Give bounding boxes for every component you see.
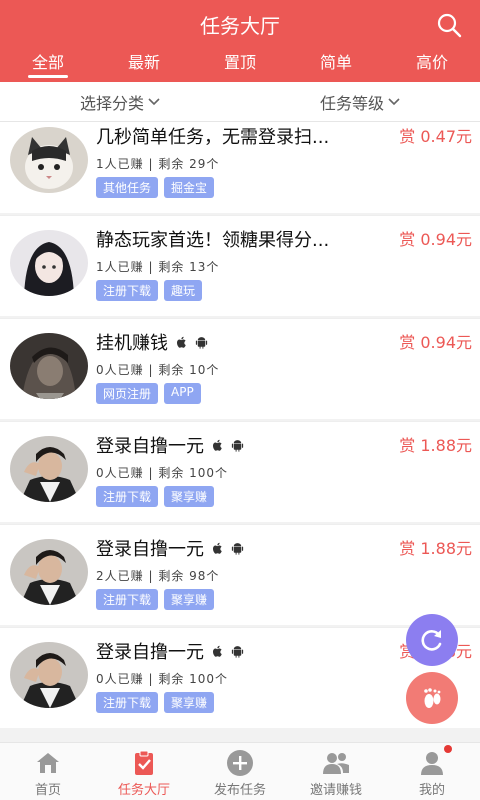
level-filter[interactable]: 任务等级	[240, 82, 480, 121]
refresh-button[interactable]	[406, 614, 458, 666]
tab-pinned[interactable]: 置顶	[192, 46, 288, 82]
man-avatar	[10, 436, 88, 502]
man-avatar	[10, 642, 88, 708]
task-meta: 1人已赚 | 剩余 29个	[96, 157, 220, 171]
task-tags: 注册下载 聚享赚	[96, 692, 215, 713]
users-icon	[323, 753, 349, 774]
nav-task-hall[interactable]: 任务大厅	[96, 743, 192, 800]
anime-boy-avatar	[10, 333, 88, 399]
task-tags: 网页注册 APP	[96, 383, 201, 404]
task-tags: 注册下载 聚享赚	[96, 486, 215, 507]
task-item[interactable]: 挂机赚钱 赏 0.94元 0人已赚 | 剩余 10个 网页注册 APP	[0, 318, 480, 419]
task-item[interactable]: 登录自撸一元 赏 1.88元 0人已赚 | 剩余 100个 注册下载 聚享赚	[0, 421, 480, 522]
task-item[interactable]: 几秒简单任务，无需登录扫... 赏 0.47元 1人已赚 | 剩余 29个 其他…	[0, 122, 480, 213]
bottom-nav: 首页 任务大厅 发布任务 邀请赚钱 我的	[0, 742, 480, 800]
nav-mine[interactable]: 我的	[384, 743, 480, 800]
task-tag: 聚享赚	[164, 692, 215, 713]
task-reward: 赏 0.47元	[399, 127, 472, 146]
android-icon	[231, 645, 244, 658]
refresh-icon	[421, 630, 442, 651]
clipboard-icon	[135, 750, 153, 775]
nav-label: 邀请赚钱	[309, 783, 362, 798]
task-tags: 其他任务 掘金宝	[96, 177, 215, 198]
task-meta: 0人已赚 | 剩余 10个	[96, 363, 220, 377]
search-icon[interactable]	[436, 12, 462, 38]
tab-newest[interactable]: 最新	[96, 46, 192, 82]
task-tag: APP	[164, 383, 201, 404]
task-item[interactable]: 静态玩家首选！领糖果得分... 赏 0.94元 1人已赚 | 剩余 13个 注册…	[0, 215, 480, 316]
home-icon	[37, 753, 59, 773]
task-meta: 2人已赚 | 剩余 98个	[96, 569, 220, 583]
task-tag: 掘金宝	[164, 177, 215, 198]
app-header: 任务大厅 全部 最新 置顶 简单 高价	[0, 0, 480, 82]
task-tag: 聚享赚	[164, 589, 215, 610]
nav-home[interactable]: 首页	[0, 743, 96, 800]
category-filter-label: 选择分类	[79, 93, 144, 113]
task-tag: 趣玩	[164, 280, 203, 301]
page-title: 任务大厅	[200, 14, 280, 38]
platform-icons	[210, 438, 245, 453]
man-avatar	[10, 539, 88, 605]
footprint-button[interactable]	[406, 672, 458, 724]
task-title: 静态玩家首选！领糖果得分...	[96, 230, 330, 251]
task-tag: 其他任务	[96, 177, 159, 198]
task-item[interactable]: 登录自撸一元 赏 1.88元 2人已赚 | 剩余 98个 注册下载 聚享赚	[0, 524, 480, 625]
notification-dot	[444, 745, 452, 753]
nav-label: 首页	[34, 783, 61, 798]
task-reward: 赏 0.94元	[399, 333, 472, 352]
user-icon	[421, 752, 443, 775]
android-icon	[195, 336, 208, 349]
category-filter[interactable]: 选择分类	[0, 82, 240, 121]
task-reward: 赏 1.88元	[399, 539, 472, 558]
task-reward: 赏 0.94元	[399, 230, 472, 249]
task-tags: 注册下载 聚享赚	[96, 589, 215, 610]
apple-icon	[177, 336, 186, 348]
task-tag: 注册下载	[96, 589, 159, 610]
tab-high-price[interactable]: 高价	[384, 46, 480, 82]
task-title: 挂机赚钱	[96, 329, 376, 355]
tab-simple[interactable]: 简单	[288, 46, 384, 82]
task-meta: 0人已赚 | 剩余 100个	[96, 672, 229, 686]
platform-icons	[210, 541, 245, 556]
task-title: 几秒简单任务，无需登录扫...	[96, 127, 330, 148]
task-title: 登录自撸一元	[96, 638, 376, 664]
task-title: 登录自撸一元	[96, 535, 376, 561]
task-tag: 网页注册	[96, 383, 159, 404]
apple-icon	[213, 645, 222, 657]
tab-bar: 全部 最新 置顶 简单 高价	[0, 46, 480, 82]
nav-publish[interactable]: 发布任务	[192, 743, 288, 800]
filter-bar: 选择分类 任务等级	[0, 82, 480, 122]
nav-label: 发布任务	[213, 783, 266, 798]
platform-icons	[210, 644, 245, 659]
level-filter-label: 任务等级	[319, 93, 384, 113]
task-meta: 0人已赚 | 剩余 100个	[96, 466, 229, 480]
task-tag: 聚享赚	[164, 486, 215, 507]
nav-label: 我的	[418, 783, 445, 798]
chevron-down-icon	[388, 97, 400, 105]
nav-invite[interactable]: 邀请赚钱	[288, 743, 384, 800]
cat-avatar	[10, 127, 88, 193]
footprint-icon	[424, 688, 441, 708]
task-reward: 赏 1.88元	[399, 436, 472, 455]
apple-icon	[213, 542, 222, 554]
android-icon	[231, 542, 244, 555]
apple-icon	[213, 439, 222, 451]
task-meta: 1人已赚 | 剩余 13个	[96, 260, 220, 274]
task-tag: 注册下载	[96, 486, 159, 507]
plus-icon	[227, 750, 253, 776]
android-icon	[231, 439, 244, 452]
task-title: 登录自撸一元	[96, 432, 376, 458]
task-tags: 注册下载 趣玩	[96, 280, 203, 301]
platform-icons	[174, 335, 209, 350]
task-tag: 注册下载	[96, 692, 159, 713]
nav-label: 任务大厅	[117, 783, 170, 798]
chevron-down-icon	[148, 97, 160, 105]
anime-girl-avatar	[10, 230, 88, 296]
tab-all[interactable]: 全部	[0, 46, 96, 82]
task-tag: 注册下载	[96, 280, 159, 301]
